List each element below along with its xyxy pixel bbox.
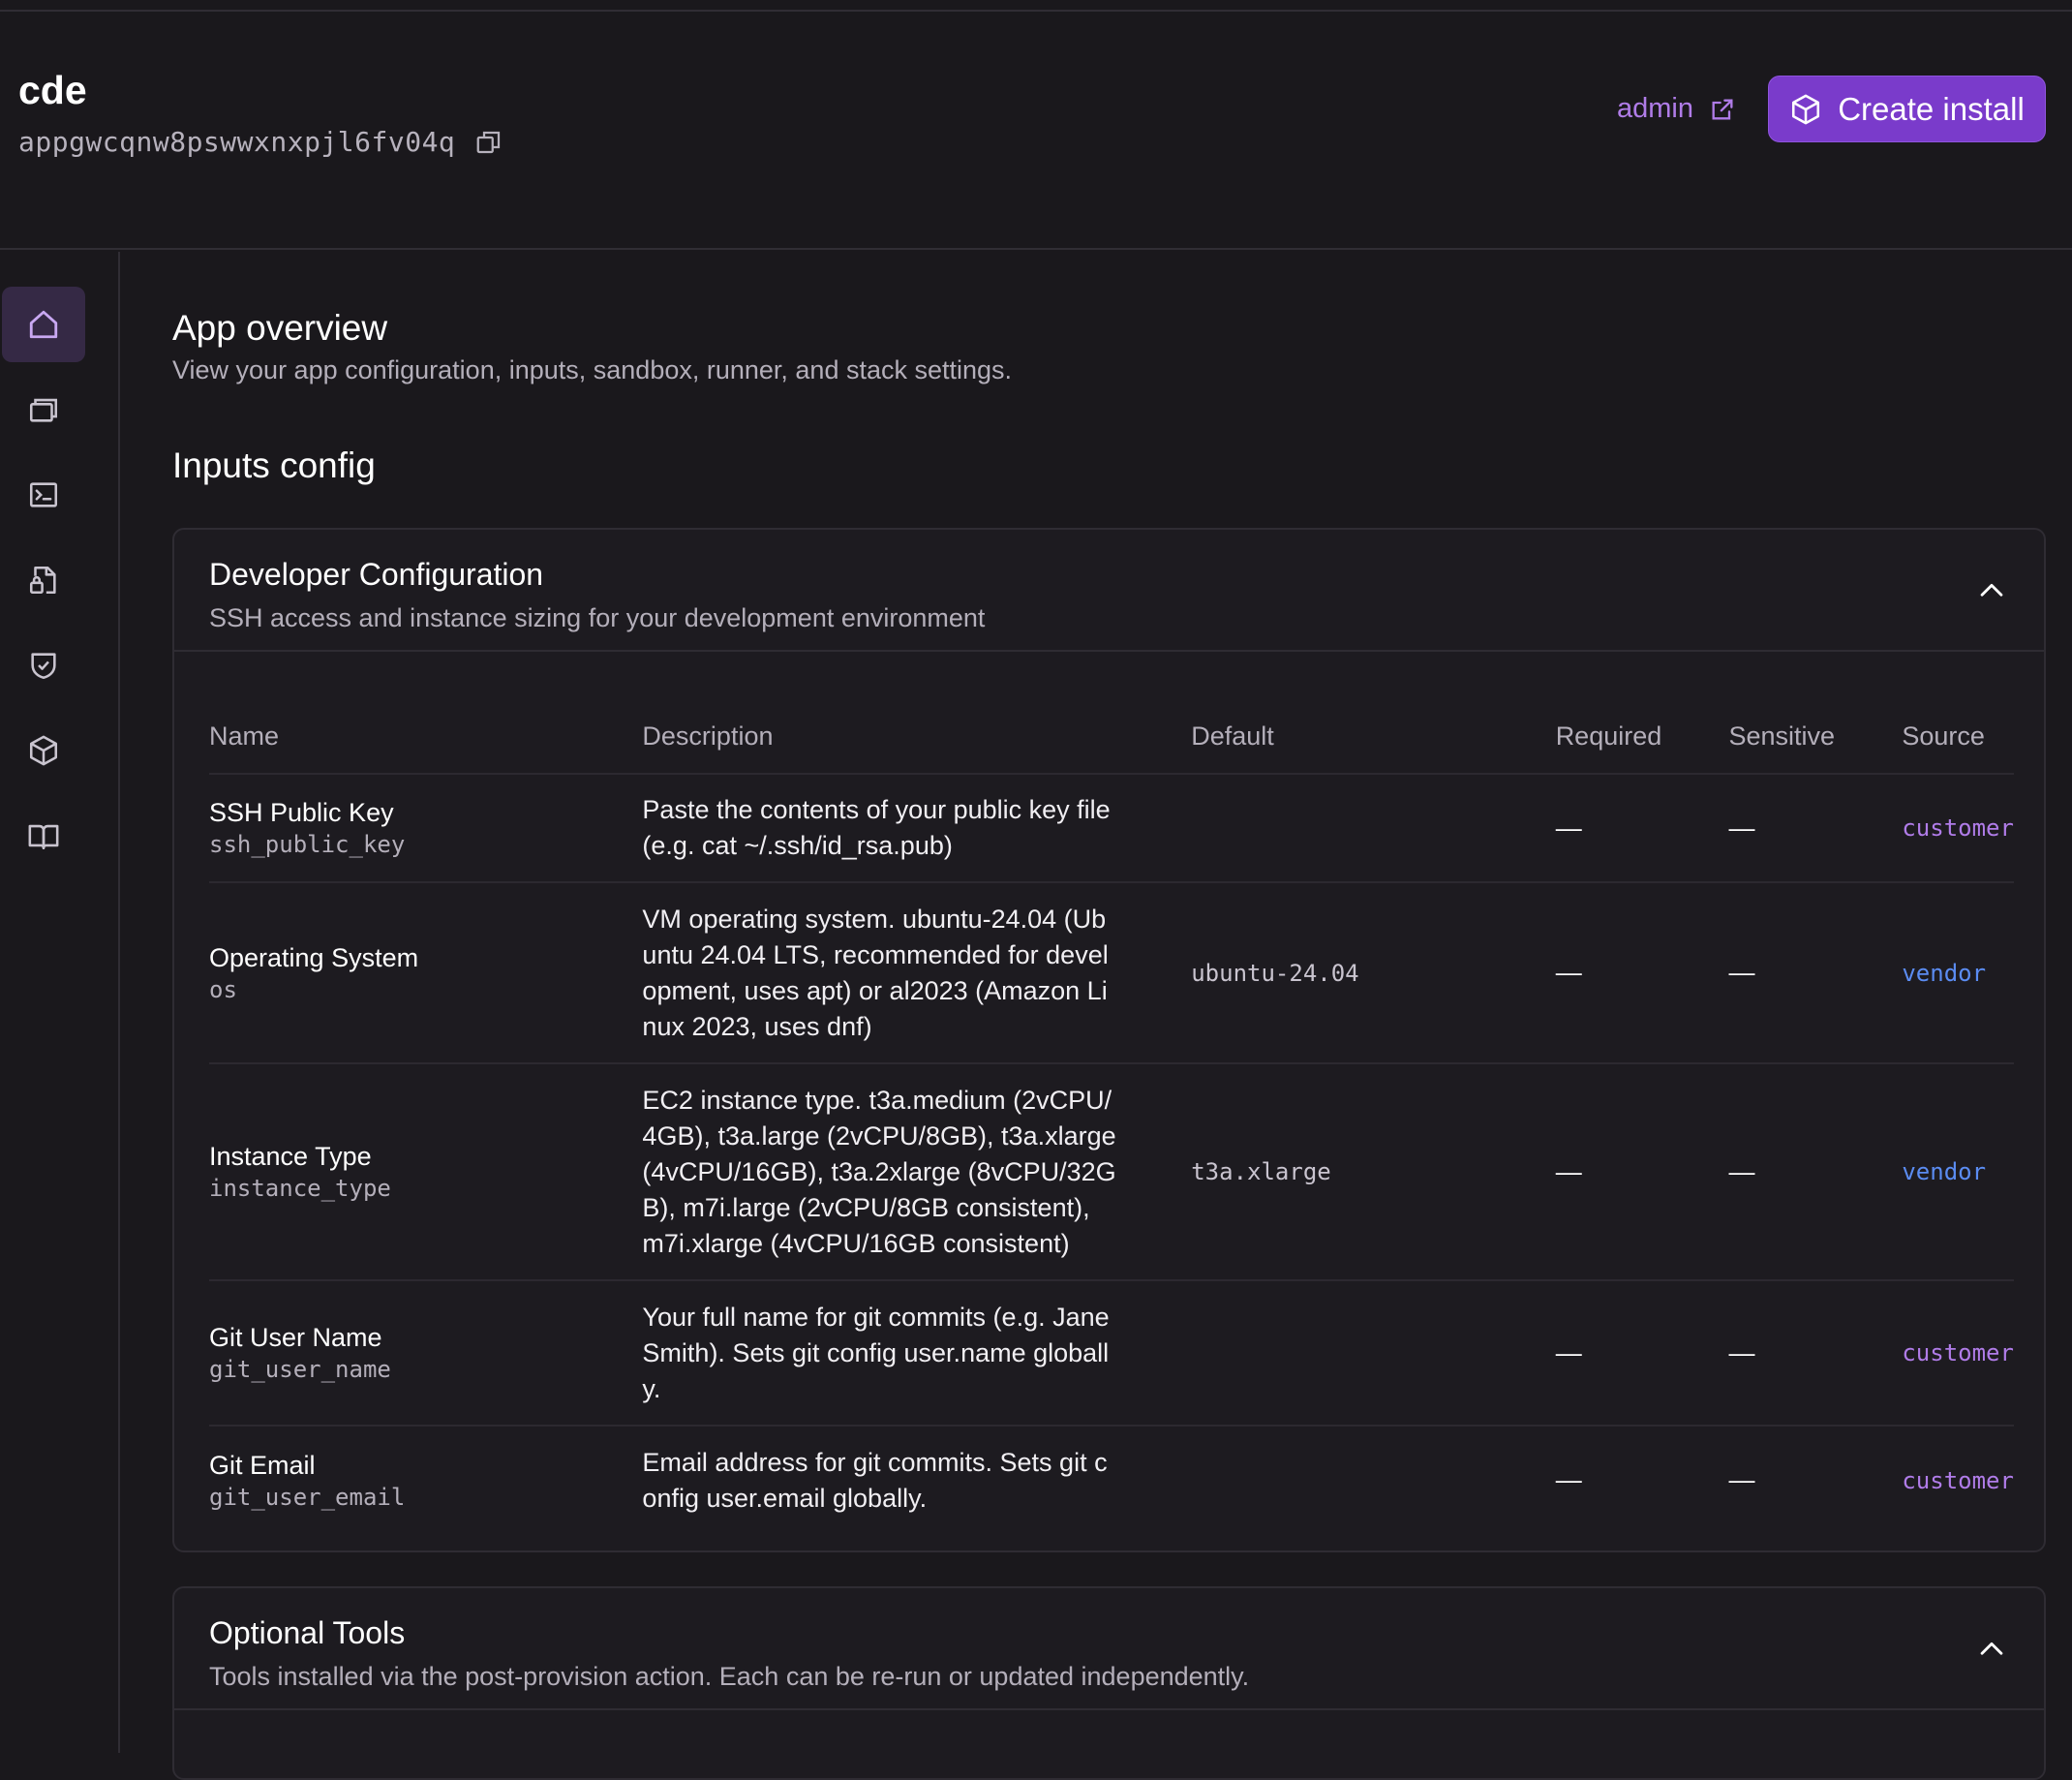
inputs-table: Name Description Default Required Sensit… bbox=[209, 700, 2014, 1534]
cell-sensitive: — bbox=[1728, 882, 1903, 1064]
table-row: Operating System os VM operating system.… bbox=[209, 882, 2014, 1064]
input-display-name: Git User Name bbox=[209, 1323, 382, 1352]
card-title: Optional Tools bbox=[209, 1615, 406, 1650]
cell-sensitive: — bbox=[1728, 1465, 1755, 1494]
card-title: Developer Configuration bbox=[209, 557, 544, 592]
input-display-name: SSH Public Key bbox=[209, 798, 394, 827]
input-key: instance_type bbox=[209, 1175, 391, 1202]
inputs-config-title: Inputs config bbox=[172, 445, 376, 485]
card-description: SSH access and instance sizing for your … bbox=[209, 603, 986, 632]
cell-source: customer bbox=[1902, 774, 2014, 883]
copy-icon[interactable] bbox=[474, 128, 503, 157]
cell-source: customer bbox=[1902, 1466, 2014, 1494]
chevron-up-icon[interactable] bbox=[1975, 574, 2008, 607]
table-row: SSH Public Key ssh_public_key Paste the … bbox=[209, 774, 2014, 883]
cell-name: SSH Public Key ssh_public_key bbox=[209, 774, 643, 883]
developer-configuration-card: Developer Configuration SSH access and i… bbox=[172, 528, 2046, 1552]
cell-name: Git User Name git_user_name bbox=[209, 1280, 643, 1427]
cell-sensitive: — bbox=[1728, 774, 1903, 883]
input-description: Your full name for git commits (e.g. Jan… bbox=[642, 1302, 1110, 1403]
cell-source: customer bbox=[1902, 1280, 2014, 1427]
page-subtitle: View your app configuration, inputs, san… bbox=[172, 355, 1013, 384]
book-icon bbox=[28, 824, 59, 850]
input-key: git_user_email bbox=[209, 1483, 406, 1511]
cell-name: Git Email git_user_email bbox=[209, 1426, 642, 1534]
sidebar-item-components[interactable] bbox=[2, 713, 85, 788]
cell-sensitive: — bbox=[1728, 1280, 1903, 1427]
developer-configuration-header[interactable]: Developer Configuration SSH access and i… bbox=[174, 530, 2044, 652]
cell-default bbox=[1191, 1426, 1555, 1534]
column-header-sensitive: Sensitive bbox=[1728, 700, 1903, 775]
terminal-icon bbox=[29, 482, 58, 507]
cell-name: Instance Type instance_type bbox=[209, 1063, 643, 1281]
sidebar-item-docs[interactable] bbox=[2, 798, 85, 874]
table-row: Git Email git_user_email Email address f… bbox=[209, 1426, 2014, 1534]
column-header-description: Description bbox=[642, 700, 1192, 775]
home-icon bbox=[29, 310, 58, 339]
cell-source: vendor bbox=[1902, 882, 2014, 1064]
cell-required: — bbox=[1555, 1063, 1729, 1281]
cell-default: ubuntu-24.04 bbox=[1191, 882, 1556, 1064]
input-description: Paste the contents of your public key fi… bbox=[642, 795, 1111, 860]
cell-required: — bbox=[1555, 1465, 1582, 1494]
optional-tools-card: Optional Tools Tools installed via the p… bbox=[172, 1586, 2046, 1780]
cell-description: EC2 instance type. t3a.medium (2vCPU/4GB… bbox=[642, 1063, 1192, 1281]
table-row: Git User Name git_user_name Your full na… bbox=[209, 1280, 2014, 1427]
column-header-name: Name bbox=[209, 700, 643, 775]
input-description: Email address for git commits. Sets git … bbox=[642, 1447, 1108, 1513]
cell-description: Your full name for git commits (e.g. Jan… bbox=[642, 1280, 1192, 1427]
column-header-required: Required bbox=[1555, 700, 1729, 775]
cell-source: vendor bbox=[1902, 1063, 2014, 1281]
cube-icon bbox=[1789, 93, 1822, 126]
input-display-name: Operating System bbox=[209, 942, 419, 972]
input-display-name: Git Email bbox=[209, 1450, 316, 1480]
app-id-row: appgwcqnw8pswwxnxpjl6fv04q bbox=[18, 126, 503, 158]
file-lock-icon bbox=[29, 566, 56, 595]
input-display-name: Instance Type bbox=[209, 1142, 372, 1171]
table-header-row: Name Description Default Required Sensit… bbox=[209, 700, 2014, 775]
column-header-default: Default bbox=[1191, 700, 1556, 775]
create-install-button[interactable]: Create install bbox=[1768, 76, 2046, 142]
input-key: git_user_name bbox=[209, 1356, 391, 1383]
cell-name: Operating System os bbox=[209, 882, 643, 1064]
input-description: VM operating system. ubuntu-24.04 (Ubunt… bbox=[642, 904, 1109, 1041]
page-title: App overview bbox=[172, 308, 388, 348]
input-description: EC2 instance type. t3a.medium (2vCPU/4GB… bbox=[642, 1085, 1116, 1258]
chevron-up-icon[interactable] bbox=[1975, 1633, 2008, 1666]
sidebar-item-installs[interactable] bbox=[2, 372, 85, 447]
sidebar-item-terminal[interactable] bbox=[2, 457, 85, 533]
cell-required: — bbox=[1555, 1280, 1729, 1427]
sidebar bbox=[0, 252, 120, 1753]
installs-icon bbox=[29, 398, 58, 422]
cube-icon bbox=[29, 735, 58, 766]
cell-default bbox=[1191, 1280, 1556, 1427]
table-row: Instance Type instance_type EC2 instance… bbox=[209, 1063, 2014, 1281]
input-key: os bbox=[209, 975, 237, 1003]
cell-description: VM operating system. ubuntu-24.04 (Ubunt… bbox=[642, 882, 1192, 1064]
top-bar bbox=[0, 0, 2072, 12]
sidebar-item-home[interactable] bbox=[2, 287, 85, 362]
cell-description: Paste the contents of your public key fi… bbox=[642, 774, 1192, 883]
sidebar-item-policies[interactable] bbox=[2, 628, 85, 703]
app-id: appgwcqnw8pswwxnxpjl6fv04q bbox=[18, 126, 456, 158]
card-description: Tools installed via the post-provision a… bbox=[209, 1662, 1250, 1691]
admin-link[interactable]: admin bbox=[1617, 93, 1736, 125]
create-install-label: Create install bbox=[1838, 90, 2025, 127]
cell-default bbox=[1191, 774, 1556, 883]
cell-default: t3a.xlarge bbox=[1191, 1063, 1556, 1281]
sidebar-item-secrets[interactable] bbox=[2, 542, 85, 618]
column-header-source: Source bbox=[1902, 700, 2014, 775]
admin-link-label: admin bbox=[1617, 93, 1693, 124]
app-name: cde bbox=[18, 68, 87, 112]
cell-required: — bbox=[1555, 882, 1729, 1064]
cell-required: — bbox=[1555, 774, 1729, 883]
app-header: cde appgwcqnw8pswwxnxpjl6fv04q admin Cre… bbox=[0, 12, 2072, 250]
input-key: ssh_public_key bbox=[209, 831, 406, 858]
cell-description: Email address for git commits. Sets git … bbox=[642, 1426, 1191, 1534]
optional-tools-header[interactable]: Optional Tools Tools installed via the p… bbox=[174, 1588, 2044, 1710]
shield-check-icon bbox=[31, 653, 56, 680]
cell-sensitive: — bbox=[1728, 1063, 1903, 1281]
external-link-icon bbox=[1709, 96, 1736, 123]
